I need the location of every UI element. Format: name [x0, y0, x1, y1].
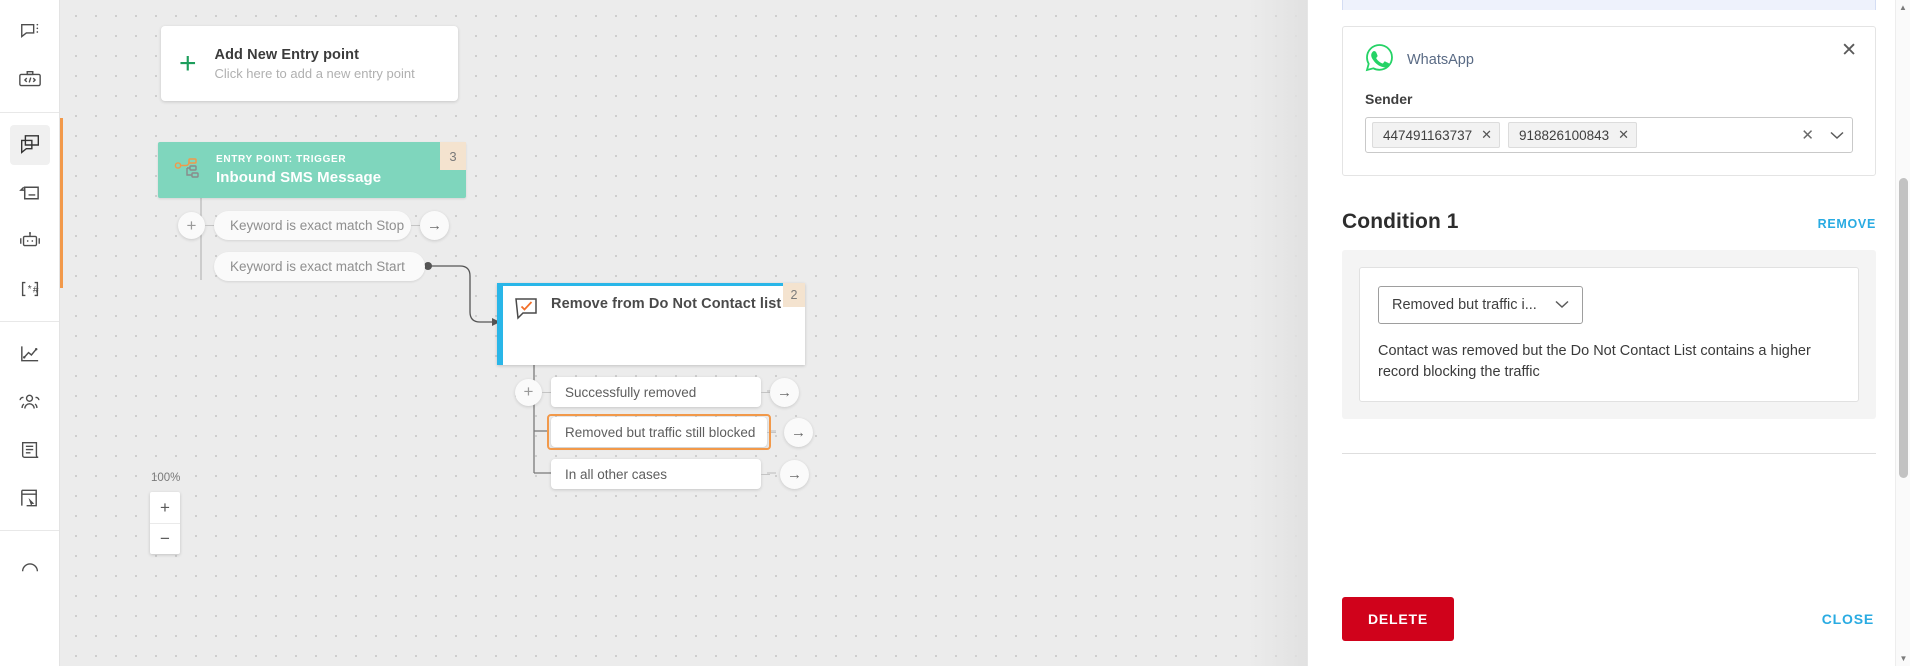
condition-type-select[interactable]: Removed but traffic i...	[1378, 286, 1583, 324]
entry-branch-chip-1[interactable]: Keyword is exact match Stop	[214, 211, 411, 240]
entry-branch-row-2: Keyword is exact match Start	[214, 252, 425, 281]
entry-node-title: Inbound SMS Message	[216, 169, 382, 186]
plus-icon: +	[179, 46, 197, 80]
remove-sender-1-icon[interactable]: ✕	[1481, 127, 1492, 143]
configuration-panel: WhatsApp ✕ Sender 447491163737 ✕ 9188261…	[1307, 0, 1910, 666]
chevron-down-icon	[1555, 297, 1569, 313]
messages-icon[interactable]	[10, 12, 50, 52]
trigger-icon	[172, 155, 206, 185]
clear-senders-icon[interactable]: ✕	[1801, 128, 1814, 143]
panel-divider	[1342, 453, 1876, 455]
remove-from-dnc-icon	[513, 297, 543, 328]
rail-group-3	[0, 321, 59, 530]
add-entry-title: Add New Entry point	[214, 46, 360, 63]
condition-description: Contact was removed but the Do Not Conta…	[1378, 343, 1811, 381]
remove-condition-button[interactable]: REMOVE	[1818, 217, 1876, 231]
chevron-down-icon[interactable]	[1830, 128, 1844, 143]
rail-group-4	[0, 530, 59, 595]
connector-stub	[205, 225, 214, 226]
outcome-chip-in-all-other-cases[interactable]: In all other cases	[551, 459, 761, 489]
sender-token-1-value: 447491163737	[1383, 127, 1473, 143]
whatsapp-icon	[1365, 43, 1394, 77]
add-branch-button-1[interactable]: +	[178, 212, 205, 239]
help-icon[interactable]	[10, 543, 50, 583]
connector-stub	[542, 391, 551, 393]
zoom-in-button[interactable]: +	[150, 492, 180, 523]
close-icon[interactable]: ✕	[1841, 41, 1857, 60]
delete-button[interactable]: DELETE	[1342, 597, 1455, 641]
scroll-up-arrow[interactable]: ▲	[1896, 0, 1910, 15]
rail-group-2: *#	[0, 112, 59, 321]
panel-footer: DELETE CLOSE	[1308, 572, 1910, 666]
outcome-goto-arrow-2[interactable]: →	[784, 417, 813, 447]
sender-multiselect-field[interactable]: 447491163737 ✕ 918826100843 ✕ ✕	[1365, 117, 1853, 153]
scroll-down-arrow[interactable]: ▼	[1896, 651, 1910, 666]
sender-token-1[interactable]: 447491163737 ✕	[1372, 122, 1501, 148]
flow-accent-bar	[60, 118, 63, 288]
page-scrollbar[interactable]: ▲ ▼	[1895, 0, 1910, 666]
zoom-control: 100% + −	[150, 472, 180, 554]
connector-stub	[761, 391, 770, 393]
condition-header: Condition 1 REMOVE	[1342, 210, 1876, 234]
outcome-row-3: In all other cases →	[551, 459, 809, 489]
outcome-row-1: + Successfully removed →	[515, 377, 799, 407]
action-node-badge: 2	[783, 283, 805, 307]
outcome-row-2: Removed but traffic still blocked →	[551, 417, 813, 447]
branch-goto-arrow-1[interactable]: →	[420, 211, 449, 240]
outcome-goto-arrow-3[interactable]: →	[780, 459, 809, 489]
flow-canvas[interactable]: + Add New Entry point Click here to add …	[60, 0, 1307, 666]
action-node-title: Remove from Do Not Contact list	[551, 296, 782, 312]
sender-label: Sender	[1365, 91, 1413, 107]
close-button[interactable]: CLOSE	[1820, 603, 1876, 635]
remove-sender-2-icon[interactable]: ✕	[1618, 127, 1629, 143]
rail-group-1	[0, 0, 59, 112]
code-icon[interactable]	[10, 60, 50, 100]
panel-scroll-area: WhatsApp ✕ Sender 447491163737 ✕ 9188261…	[1308, 0, 1910, 572]
scrollbar-thumb[interactable]	[1899, 178, 1908, 478]
entry-point-trigger-node[interactable]: ENTRY POINT: TRIGGER Inbound SMS Message…	[158, 142, 466, 198]
whatsapp-sender-card: WhatsApp ✕ Sender 447491163737 ✕ 9188261…	[1342, 26, 1876, 176]
condition-inner-card: Removed but traffic i... Contact was rem…	[1359, 267, 1859, 403]
zoom-percent-label: 100%	[151, 472, 181, 484]
outcome-goto-arrow-1[interactable]: →	[770, 377, 799, 407]
svg-text:*#: *#	[26, 285, 38, 297]
reports-icon[interactable]	[10, 478, 50, 518]
outcome-chip-successfully-removed[interactable]: Successfully removed	[551, 377, 761, 407]
whatsapp-channel-label: WhatsApp	[1407, 52, 1474, 68]
connector-stub	[761, 473, 770, 475]
chatbot-icon[interactable]	[10, 221, 50, 261]
content-icon[interactable]	[10, 430, 50, 470]
connector-stub	[767, 431, 776, 433]
action-node-remove-from-dnc[interactable]: Remove from Do Not Contact list 2	[497, 283, 805, 365]
add-new-entry-point-card[interactable]: + Add New Entry point Click here to add …	[161, 26, 458, 101]
ussd-icon[interactable]: *#	[10, 269, 50, 309]
entry-node-label: ENTRY POINT: TRIGGER	[216, 154, 347, 165]
sender-token-2[interactable]: 918826100843 ✕	[1508, 122, 1638, 148]
condition-type-value: Removed but traffic i...	[1392, 297, 1537, 313]
sender-token-2-value: 918826100843	[1519, 127, 1610, 143]
zoom-out-button[interactable]: −	[150, 523, 180, 554]
left-icon-rail: *#	[0, 0, 60, 666]
flow-builder-app: *# + Add New Entry point Click here to a…	[0, 0, 1910, 666]
sidebar-item-flow[interactable]	[9, 125, 50, 165]
analytics-icon[interactable]	[10, 334, 50, 374]
canvas-edge-fade	[1247, 0, 1307, 666]
condition-title: Condition 1	[1342, 210, 1459, 233]
add-entry-subtitle: Click here to add a new entry point	[214, 65, 415, 81]
entry-branch-row-1: + Keyword is exact match Stop →	[178, 211, 449, 240]
people-icon[interactable]	[10, 382, 50, 422]
outcome-chip-removed-but-blocked[interactable]: Removed but traffic still blocked	[551, 417, 767, 447]
broadcast-icon[interactable]	[10, 173, 50, 213]
entry-node-badge: 3	[440, 142, 466, 170]
entry-branch-chip-2[interactable]: Keyword is exact match Start	[214, 252, 425, 281]
previous-card-stub	[1342, 0, 1876, 10]
connector-stub	[411, 225, 420, 226]
condition-body: Removed but traffic i... Contact was rem…	[1342, 250, 1876, 420]
add-outcome-button[interactable]: +	[515, 378, 542, 406]
